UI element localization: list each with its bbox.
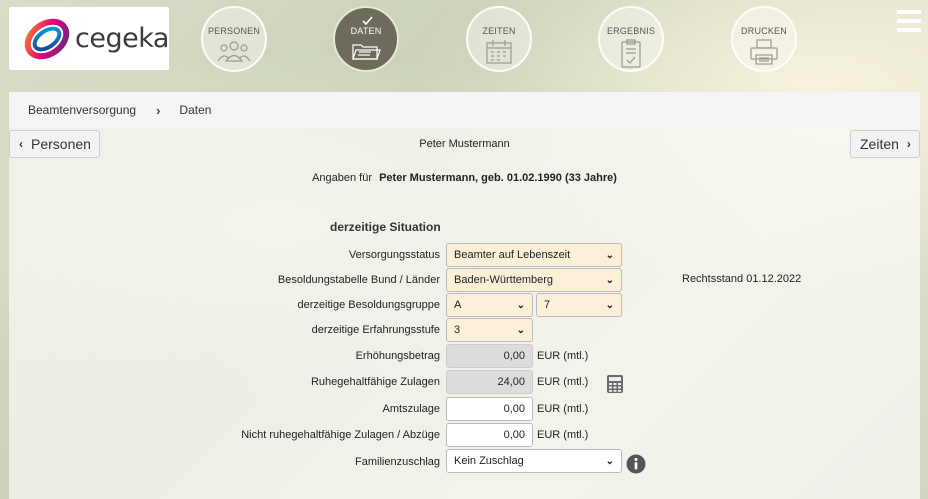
- besoldungstabelle-label: Besoldungstabelle Bund / Länder: [277, 274, 440, 286]
- besoldungstabelle-select[interactable]: Baden-Württemberg ⌄: [446, 268, 622, 292]
- folder-open-icon: [352, 44, 381, 60]
- info-icon[interactable]: [626, 454, 646, 474]
- erhoehungsbetrag-unit: EUR (mtl.): [537, 350, 589, 362]
- ruhegehaltfaehige-zulagen-input: 24,00: [446, 370, 533, 394]
- familienzuschlag-value: Kein Zuschlag: [454, 455, 524, 467]
- logo-text: cegeka: [75, 23, 169, 54]
- cegeka-logo-icon: [24, 18, 70, 59]
- checkmark-icon: [362, 16, 373, 26]
- section-title: derzeitige Situation: [330, 220, 441, 234]
- amtszulage-input[interactable]: 0,00: [446, 397, 533, 421]
- cegeka-logo[interactable]: cegeka: [9, 7, 169, 70]
- person-intro: Angaben für Peter Mustermann, geb. 01.02…: [9, 172, 920, 184]
- nicht-ruhegehaltfaehige-unit: EUR (mtl.): [537, 429, 589, 441]
- breadcrumb-item-beamtenversorgung[interactable]: Beamtenversorgung: [28, 103, 136, 117]
- chevron-right-icon: ›: [156, 102, 161, 118]
- besoldungsgruppe-label: derzeitige Besoldungsgruppe: [297, 299, 441, 311]
- person-name: Peter Mustermann: [419, 138, 510, 150]
- amtszulage-value: 0,00: [503, 403, 525, 415]
- erfahrungsstufe-value: 3: [454, 324, 461, 336]
- step-label: DATEN: [350, 26, 382, 36]
- erfahrungsstufe-select[interactable]: 3 ⌄: [446, 318, 533, 342]
- besoldungsgruppe-stufe-select[interactable]: 7 ⌄: [536, 293, 622, 317]
- next-button-label: Zeiten: [860, 136, 899, 152]
- versorgungsstatus-label: Versorgungsstatus: [348, 249, 440, 261]
- next-button[interactable]: Zeiten ›: [850, 130, 920, 158]
- chevron-down-icon: ⌄: [605, 455, 614, 467]
- intro-detail: Peter Mustermann, geb. 01.02.1990 (33 Ja…: [379, 172, 617, 184]
- chevron-down-icon: ⌄: [605, 299, 614, 311]
- ruhegehaltfaehige-zulagen-value: 24,00: [497, 376, 525, 388]
- chevron-down-icon: ⌄: [605, 274, 614, 286]
- nicht-ruhegehaltfaehige-label: Nicht ruhegehaltfähige Zulagen / Abzüge: [241, 429, 440, 441]
- versorgungsstatus-value: Beamter auf Lebenszeit: [454, 249, 571, 261]
- besoldungsgruppe-select[interactable]: A ⌄: [446, 293, 533, 317]
- ruhegehaltfaehige-zulagen-unit: EUR (mtl.): [537, 376, 589, 388]
- familienzuschlag-select[interactable]: Kein Zuschlag ⌄: [446, 449, 622, 473]
- besoldungstabelle-value: Baden-Württemberg: [454, 274, 554, 286]
- calculator-icon[interactable]: [606, 374, 624, 394]
- chevron-right-icon: ›: [906, 137, 911, 151]
- besoldungsgruppe-value: A: [454, 299, 462, 311]
- erhoehungsbetrag-label: Erhöhungsbetrag: [355, 350, 440, 362]
- step-label: DRUCKEN: [741, 26, 787, 36]
- step-label: PERSONEN: [207, 26, 261, 36]
- chevron-down-icon: ⌄: [516, 299, 525, 311]
- step-ergebnis[interactable]: ERGEBNIS: [598, 6, 664, 72]
- breadcrumb-item-daten: Daten: [179, 103, 212, 117]
- people-icon: [217, 41, 251, 62]
- chevron-down-icon: ⌄: [516, 324, 525, 336]
- familienzuschlag-label: Familienzuschlag: [355, 456, 440, 468]
- nicht-ruhegehaltfaehige-input[interactable]: 0,00: [446, 423, 533, 447]
- step-daten[interactable]: DATEN: [333, 6, 399, 72]
- step-label: ZEITEN: [482, 26, 516, 36]
- erfahrungsstufe-label: derzeitige Erfahrungsstufe: [311, 324, 440, 336]
- main-panel: ‹ Personen Peter Mustermann Zeiten › Ang…: [9, 128, 920, 499]
- rechtsstand-text: Rechtsstand 01.12.2022: [682, 273, 802, 285]
- intro-label: Angaben für: [312, 172, 373, 184]
- nicht-ruhegehaltfaehige-value: 0,00: [503, 429, 525, 441]
- step-zeiten[interactable]: ZEITEN: [466, 6, 532, 72]
- clipboard-check-icon: [621, 39, 641, 68]
- step-personen[interactable]: PERSONEN: [201, 6, 267, 72]
- besoldungsgruppe-value2: 7: [544, 299, 551, 311]
- step-label: ERGEBNIS: [606, 26, 656, 36]
- app-header: cegeka PERSONEN DATEN ZEITEN ERGEBNIS DR…: [0, 0, 928, 91]
- printer-icon: [750, 39, 778, 65]
- ruhegehaltfaehige-zulagen-label: Ruhegehaltfähige Zulagen: [310, 376, 440, 388]
- menu-icon[interactable]: [897, 10, 921, 34]
- calendar-icon: [486, 40, 512, 64]
- amtszulage-label: Amtszulage: [382, 403, 440, 415]
- step-drucken[interactable]: DRUCKEN: [731, 6, 797, 72]
- erhoehungsbetrag-input: 0,00: [446, 344, 533, 368]
- erhoehungsbetrag-value: 0,00: [503, 350, 525, 362]
- chevron-down-icon: ⌄: [605, 249, 614, 261]
- amtszulage-unit: EUR (mtl.): [537, 403, 589, 415]
- breadcrumb: Beamtenversorgung › Daten: [9, 92, 920, 128]
- versorgungsstatus-select[interactable]: Beamter auf Lebenszeit ⌄: [446, 243, 622, 267]
